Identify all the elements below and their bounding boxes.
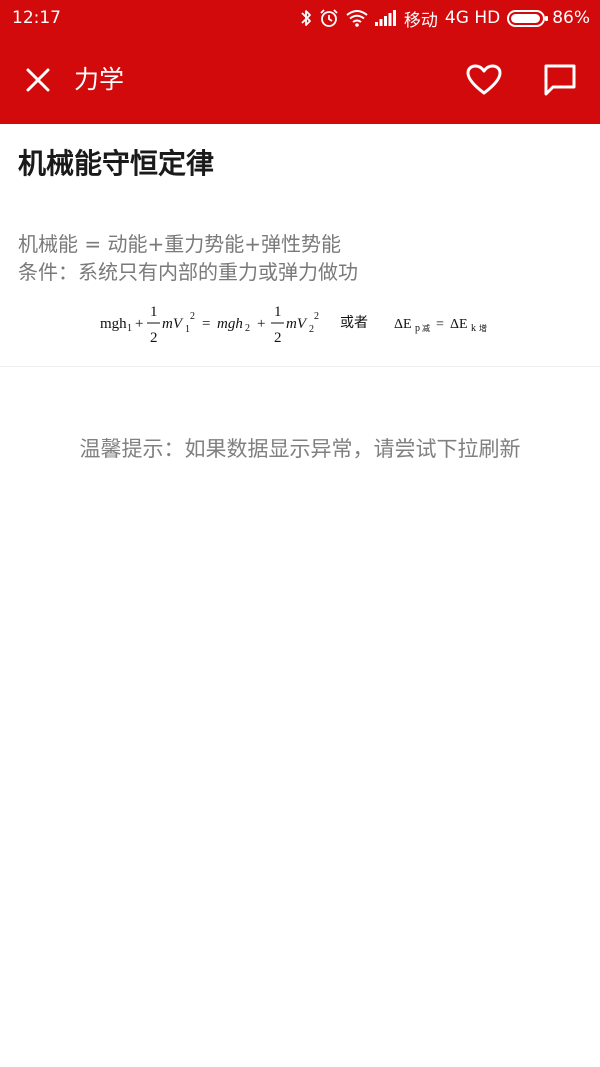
formula-reduce: 减 [422, 323, 430, 333]
bluetooth-icon [301, 10, 311, 26]
formula-mv-2: mV [286, 316, 308, 332]
signal-icon [374, 10, 396, 26]
formula-plus-1: + [135, 316, 143, 332]
formula-k-sub: k [471, 323, 476, 334]
article-line-condition: 条件：系统只有内部的重力或弹力做功 [18, 260, 358, 284]
page-title: 力学 [74, 65, 125, 94]
alarm-icon [320, 9, 338, 27]
close-icon [26, 68, 50, 92]
formula-or: 或者 [340, 315, 368, 331]
formula-plus-2: + [257, 316, 265, 332]
formula-half-den-2: 2 [274, 330, 282, 346]
formula-p-sub: p [415, 323, 420, 334]
formula-mv-1-sup: 2 [190, 311, 195, 322]
formula-mv-1-sub: 1 [185, 324, 190, 335]
formula-lhs-sub: 1 [127, 323, 132, 334]
formula-half-num-1: 1 [150, 304, 158, 320]
refresh-hint: 温馨提示：如果数据显示异常，请尝试下拉刷新 [79, 437, 521, 461]
article-title: 机械能守恒定律 [18, 147, 215, 180]
battery-icon [507, 9, 549, 27]
formula-rhs: mgh [217, 316, 243, 332]
formula-delta-k: ΔE [450, 317, 468, 332]
status-icons: 移动 4G HD 86% [300, 6, 590, 31]
formula-mv-2-sup: 2 [314, 311, 319, 322]
formula-half-den-1: 2 [150, 330, 158, 346]
comment-icon [544, 64, 576, 96]
formula-equals-2: = [436, 317, 444, 332]
formula-delta-p: ΔE [394, 317, 412, 332]
status-time: 12:17 [12, 8, 61, 28]
article-line-energy: 机械能 = 动能+重力势能+弹性势能 [18, 232, 341, 256]
heart-icon [466, 64, 502, 95]
favorite-button[interactable] [462, 58, 506, 102]
app-bar: 12:17 移动 4G HD 86% 力学 [0, 0, 600, 124]
formula-image: mgh 1 + 1 2 mV 1 2 = mgh 2 + 1 2 mV 2 2 … [100, 304, 487, 346]
formula-mv-1: mV [162, 316, 184, 332]
status-battery: 86% [552, 8, 590, 28]
status-bar: 12:17 移动 4G HD 86% [0, 0, 600, 36]
toolbar: 力学 [0, 36, 600, 124]
formula-increase: 增 [479, 323, 487, 333]
formula-half-num-2: 1 [274, 304, 282, 320]
formula-lhs: mgh [100, 316, 127, 332]
divider [0, 366, 600, 367]
status-carrier: 移动 [403, 10, 438, 31]
status-network: 4G HD [444, 8, 501, 28]
comment-button[interactable] [538, 58, 582, 102]
close-button[interactable] [20, 62, 56, 98]
wifi-icon [346, 9, 368, 27]
formula-equals: = [202, 316, 210, 332]
formula-rhs-sub: 2 [245, 323, 250, 334]
formula-mv-2-sub: 2 [309, 324, 314, 335]
